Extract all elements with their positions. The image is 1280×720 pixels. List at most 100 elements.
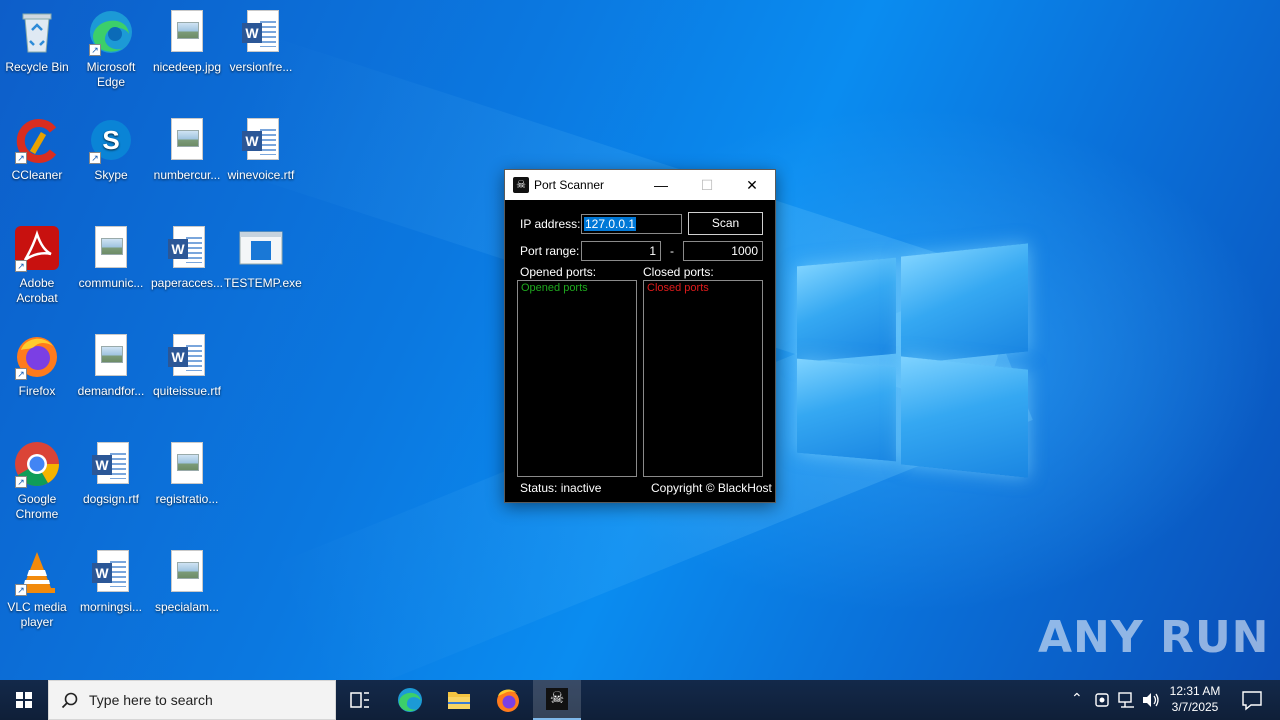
action-center-button[interactable] — [1232, 680, 1272, 720]
desktop-icon-skype[interactable]: S ↗ Skype — [74, 116, 148, 183]
windows-logo-pane — [797, 358, 896, 462]
desktop-icon-microsoft-edge[interactable]: ↗ Microsoft Edge — [74, 8, 148, 90]
taskbar-edge[interactable] — [386, 680, 434, 720]
firefox-icon — [497, 689, 519, 712]
firefox-icon: ↗ — [13, 332, 61, 380]
scan-button[interactable]: Scan — [688, 212, 763, 235]
ip-address-value: 127.0.0.1 — [584, 217, 637, 231]
closed-ports-list[interactable]: Closed ports — [643, 280, 763, 477]
shortcut-arrow-icon: ↗ — [15, 584, 27, 596]
port-range-label: Port range: — [520, 244, 580, 258]
desktop-icon-label: winevoice.rtf — [227, 168, 295, 182]
svg-text:S: S — [102, 125, 119, 155]
desktop-icon-label: paperacces... — [150, 276, 224, 290]
start-button[interactable] — [0, 680, 48, 720]
desktop-icon-label: demandfor... — [77, 384, 145, 398]
show-hidden-icons-button[interactable]: ⌃ — [1068, 680, 1088, 720]
desktop-icon-label: dogsign.rtf — [82, 492, 140, 506]
ccleaner-icon: ↗ — [13, 116, 61, 164]
tray-network[interactable] — [1116, 680, 1138, 720]
minimize-icon: — — [654, 177, 668, 193]
clock-date: 3/7/2025 — [1171, 700, 1219, 714]
taskbar-port-scanner[interactable]: ☠ — [533, 680, 581, 720]
tray-meet-now[interactable] — [1092, 680, 1114, 720]
maximize-button: ☐ — [684, 170, 730, 200]
desktop-icon-label: numbercur... — [153, 168, 221, 182]
desktop-icon-recycle-bin[interactable]: Recycle Bin — [0, 8, 74, 75]
image-file-icon — [163, 548, 211, 596]
desktop-icon-nicedeep[interactable]: nicedeep.jpg — [150, 8, 224, 75]
desktop-icon-versionfre[interactable]: W versionfre... — [224, 8, 298, 75]
desktop-icon-winevoice[interactable]: W winevoice.rtf — [224, 116, 298, 183]
desktop-icon-vlc[interactable]: ↗ VLC media player — [0, 548, 74, 630]
desktop-icon-label: specialam... — [154, 600, 220, 614]
closed-ports-placeholder: Closed ports — [647, 282, 709, 294]
close-button[interactable]: ✕ — [729, 170, 775, 200]
ip-address-input[interactable]: 127.0.0.1 — [581, 214, 682, 234]
ip-address-label: IP address: — [520, 217, 581, 231]
desktop-icon-numbercur[interactable]: numbercur... — [150, 116, 224, 183]
shortcut-arrow-icon: ↗ — [89, 152, 101, 164]
closed-ports-label: Closed ports: — [643, 265, 714, 279]
desktop-icon-label: nicedeep.jpg — [152, 60, 222, 74]
windows-logo-pane — [901, 243, 1028, 365]
word-file-icon: W — [237, 8, 285, 56]
windows-logo-pane — [901, 356, 1028, 478]
desktop-icon-label: quiteissue.rtf — [152, 384, 222, 398]
shortcut-arrow-icon: ↗ — [15, 152, 27, 164]
word-file-icon: W — [163, 224, 211, 272]
desktop-icon-paperacces[interactable]: W paperacces... — [150, 224, 224, 291]
shortcut-arrow-icon: ↗ — [15, 476, 27, 488]
desktop-icon-quiteissue[interactable]: W quiteissue.rtf — [150, 332, 224, 399]
port-from-input[interactable]: 1 — [581, 241, 661, 261]
taskbar-file-explorer[interactable] — [435, 680, 483, 720]
desktop-icon-label: Skype — [94, 168, 128, 182]
skull-crossbones-icon: ☠ — [546, 688, 568, 710]
desktop-icon-firefox[interactable]: ↗ Firefox — [0, 332, 74, 399]
search-icon — [61, 692, 78, 709]
taskbar-clock[interactable]: 12:31 AM 3/7/2025 — [1166, 680, 1224, 720]
window-titlebar[interactable]: ☠ Port Scanner — ☐ ✕ — [505, 170, 775, 200]
desktop-icon-google-chrome[interactable]: ↗ Google Chrome — [0, 440, 74, 522]
opened-ports-list[interactable]: Opened ports — [517, 280, 637, 477]
edge-icon — [398, 688, 422, 712]
desktop-icon-label: VLC media player — [7, 600, 67, 629]
clock-time: 12:31 AM — [1169, 684, 1221, 698]
folder-icon — [448, 692, 470, 709]
image-file-icon — [163, 440, 211, 488]
taskbar-search-box[interactable]: Type here to search — [48, 680, 336, 720]
desktop-icon-ccleaner[interactable]: ↗ CCleaner — [0, 116, 74, 183]
tray-volume[interactable] — [1140, 680, 1162, 720]
desktop-icon-testemp[interactable]: TESTEMP.exe — [224, 224, 302, 291]
desktop-icon-dogsign[interactable]: W dogsign.rtf — [74, 440, 148, 507]
port-range-separator: - — [670, 244, 674, 258]
desktop-icon-label: Firefox — [18, 384, 56, 398]
close-icon: ✕ — [746, 177, 758, 193]
opened-ports-label: Opened ports: — [520, 265, 597, 279]
port-to-input[interactable]: 1000 — [683, 241, 763, 261]
task-view-button[interactable] — [336, 680, 384, 720]
minimize-button[interactable]: — — [638, 170, 684, 200]
status-text: Status: inactive — [520, 481, 602, 495]
desktop-icon-adobe-acrobat[interactable]: ↗ Adobe Acrobat — [0, 224, 74, 306]
image-file-icon — [163, 8, 211, 56]
desktop-icon-demandfor[interactable]: demandfor... — [74, 332, 148, 399]
taskbar-firefox[interactable] — [484, 680, 532, 720]
desktop-icon-label: versionfre... — [229, 60, 293, 74]
windows-start-icon — [16, 692, 32, 708]
desktop-icon-morningsi[interactable]: W morningsi... — [74, 548, 148, 615]
exe-file-icon — [237, 224, 285, 272]
word-file-icon: W — [163, 332, 211, 380]
desktop-icon-label: Adobe Acrobat — [16, 276, 58, 305]
shortcut-arrow-icon: ↗ — [15, 260, 27, 272]
word-file-icon: W — [87, 440, 135, 488]
image-file-icon — [87, 332, 135, 380]
desktop-icon-label: Microsoft Edge — [86, 60, 136, 89]
chevron-up-icon: ⌃ — [1071, 690, 1083, 706]
desktop-icon-registratio[interactable]: registratio... — [150, 440, 224, 507]
desktop-icon-specialam[interactable]: specialam... — [150, 548, 224, 615]
desktop-icon-communic[interactable]: communic... — [74, 224, 148, 291]
volume-icon — [1143, 693, 1159, 707]
maximize-icon: ☐ — [700, 177, 714, 193]
task-view-icon — [350, 692, 369, 708]
